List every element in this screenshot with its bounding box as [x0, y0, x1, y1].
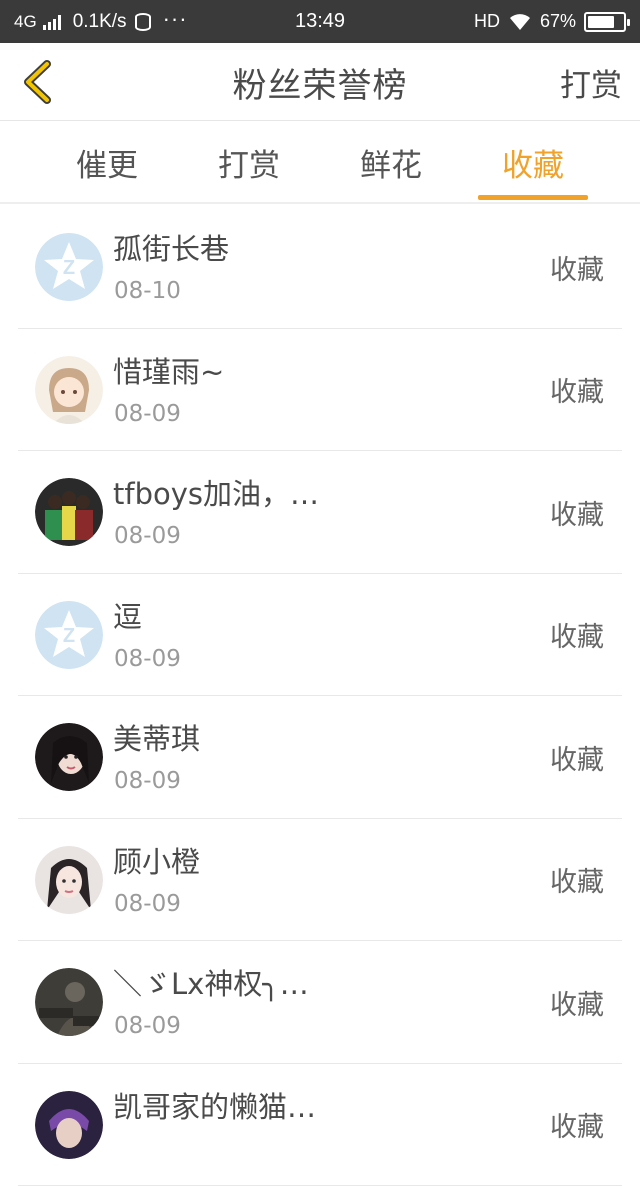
fan-action: 收藏 — [550, 819, 604, 941]
qzone-default-avatar-icon: Z — [35, 601, 103, 669]
fan-date: 08-09 — [114, 768, 181, 794]
battery-icon — [584, 12, 626, 32]
fan-action: 收藏 — [550, 1064, 604, 1186]
fan-action: 收藏 — [550, 206, 604, 328]
fan-name: 孤街长巷 — [113, 226, 229, 268]
fan-date: 08-09 — [114, 891, 181, 917]
fan-action: 收藏 — [550, 451, 604, 573]
svg-text:Z: Z — [63, 257, 75, 279]
fan-date: 08-10 — [114, 278, 181, 304]
list-item[interactable]: 惜瑾雨~ 08-09 收藏 — [18, 329, 622, 452]
tab-urge[interactable]: 催更 — [52, 121, 162, 204]
fan-action: 收藏 — [550, 696, 604, 818]
girl-photo-avatar-icon — [35, 846, 103, 914]
status-bar: 4G 0.1K/s ··· 13:49 HD 67% — [0, 0, 640, 43]
fan-name: 惜瑾雨~ — [113, 349, 224, 391]
fan-name: tfboys加油，… — [113, 471, 319, 513]
wifi-icon — [508, 13, 532, 31]
list-item[interactable]: Z 孤街长巷 08-10 收藏 — [18, 206, 622, 329]
list-item[interactable]: tfboys加油，… 08-09 收藏 — [18, 451, 622, 574]
avatar — [35, 356, 103, 424]
fan-date: 08-09 — [114, 401, 181, 427]
dark-photo-avatar-icon — [35, 968, 103, 1036]
qzone-default-avatar-icon: Z — [35, 233, 103, 301]
tab-label: 打赏 — [218, 140, 280, 185]
avatar — [35, 478, 103, 546]
tab-label: 收藏 — [502, 140, 564, 185]
fan-date: 08-09 — [114, 646, 181, 672]
fan-list: Z 孤街长巷 08-10 收藏 惜瑾雨~ 08-09 收藏 — [18, 206, 622, 1186]
fan-action: 收藏 — [550, 329, 604, 451]
tab-flowers[interactable]: 鲜花 — [336, 121, 446, 204]
fan-date: 08-09 — [114, 1013, 181, 1039]
boy-photo-avatar-icon — [35, 1091, 103, 1159]
fan-name: ＼ゞLx神权╮… — [113, 961, 309, 1003]
list-item[interactable]: 凯哥家的懒猫… 收藏 — [18, 1064, 622, 1186]
anime-girl-avatar-icon — [35, 356, 103, 424]
fan-date: 08-09 — [114, 523, 181, 549]
avatar — [35, 1091, 103, 1159]
fan-name: 凯哥家的懒猫… — [113, 1084, 316, 1126]
fan-action: 收藏 — [550, 941, 604, 1063]
avatar — [35, 968, 103, 1036]
group-photo-avatar-icon — [35, 478, 103, 546]
tab-label: 催更 — [76, 140, 138, 185]
hd-indicator: HD — [474, 11, 500, 32]
list-item[interactable]: Z 逗 08-09 收藏 — [18, 574, 622, 697]
page-title: 粉丝荣誉榜 — [0, 43, 640, 121]
tab-bar: 催更 打赏 鲜花 收藏 — [0, 121, 640, 204]
app-header: 粉丝荣誉榜 打赏 — [0, 43, 640, 121]
avatar: Z — [35, 233, 103, 301]
svg-text:Z: Z — [63, 625, 75, 647]
avatar — [35, 846, 103, 914]
reward-button[interactable]: 打赏 — [560, 43, 622, 121]
fan-action: 收藏 — [550, 574, 604, 696]
list-item[interactable]: 美蒂琪 08-09 收藏 — [18, 696, 622, 819]
girl-photo-avatar-icon — [35, 723, 103, 791]
list-item[interactable]: ＼ゞLx神权╮… 08-09 收藏 — [18, 941, 622, 1064]
active-tab-indicator — [478, 195, 588, 200]
fan-name: 逗 — [113, 594, 142, 636]
battery-percent: 67% — [540, 11, 576, 32]
status-right: HD 67% — [474, 0, 626, 43]
avatar — [35, 723, 103, 791]
list-item[interactable]: 顾小橙 08-09 收藏 — [18, 819, 622, 942]
tab-favorites[interactable]: 收藏 — [478, 121, 588, 204]
tab-reward[interactable]: 打赏 — [194, 121, 304, 204]
fan-name: 顾小橙 — [113, 839, 200, 881]
tab-label: 鲜花 — [360, 140, 422, 185]
fan-name: 美蒂琪 — [113, 716, 200, 758]
avatar: Z — [35, 601, 103, 669]
